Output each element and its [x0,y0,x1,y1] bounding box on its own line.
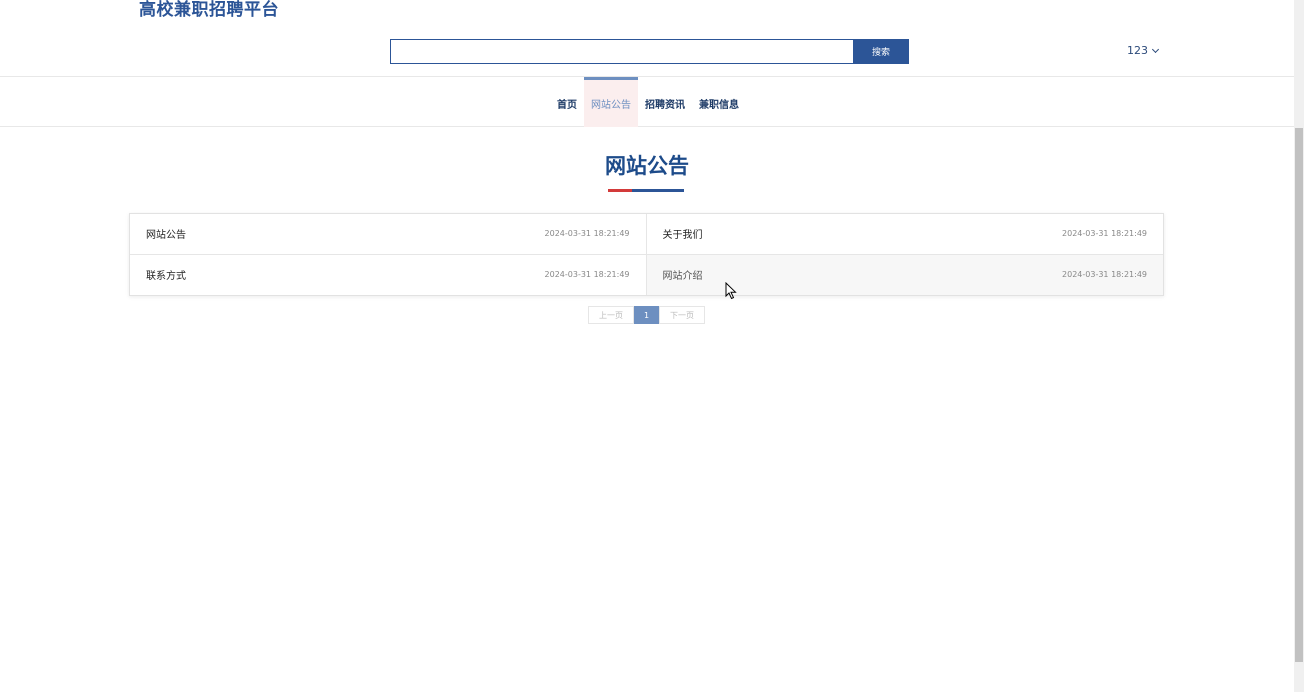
notice-date: 2024-03-31 18:21:49 [1062,229,1147,239]
search-input[interactable] [390,39,853,64]
nav-item-announcements[interactable]: 网站公告 [584,77,638,127]
prev-page-button[interactable]: 上一页 [588,306,634,324]
notice-list: 网站公告 2024-03-31 18:21:49 关于我们 2024-03-31… [129,213,1164,296]
pagination: 上一页 1 下一页 [588,306,705,324]
user-menu[interactable]: 123 [1127,44,1160,57]
list-item[interactable]: 联系方式 2024-03-31 18:21:49 [130,254,647,295]
notice-date: 2024-03-31 18:21:49 [544,270,630,280]
mouse-cursor-icon [725,282,737,300]
notice-title: 网站介绍 [662,271,703,283]
list-item[interactable]: 关于我们 2024-03-31 18:21:49 [646,214,1163,255]
notice-date: 2024-03-31 18:21:49 [1062,270,1147,280]
site-logo-title[interactable]: 高校兼职招聘平台 [139,0,279,20]
main-nav: 首页 网站公告 招聘资讯 兼职信息 [0,76,1294,127]
vertical-scrollbar[interactable] [1294,0,1304,692]
scrollbar-thumb[interactable] [1295,128,1303,662]
page: 高校兼职招聘平台 搜索 123 首页 网站公告 招聘资讯 兼职信息 网站公告 网… [0,0,1304,692]
next-page-button[interactable]: 下一页 [659,306,705,324]
page-number-button[interactable]: 1 [634,306,659,324]
nav-item-recruitment-news[interactable]: 招聘资讯 [638,77,692,127]
title-underline [608,189,684,192]
search-bar: 搜索 [390,39,909,64]
search-button[interactable]: 搜索 [853,39,909,64]
notice-title: 联系方式 [146,271,186,283]
nav-item-home[interactable]: 首页 [550,77,584,127]
chevron-down-icon [1151,45,1160,53]
list-item[interactable]: 网站介绍 2024-03-31 18:21:49 [646,254,1163,295]
list-item[interactable]: 网站公告 2024-03-31 18:21:49 [130,214,647,255]
notice-title: 网站公告 [146,230,186,242]
nav-item-part-time-info[interactable]: 兼职信息 [692,77,746,127]
user-name: 123 [1127,44,1148,57]
notice-title: 关于我们 [662,230,703,242]
page-title: 网站公告 [605,154,689,178]
notice-date: 2024-03-31 18:21:49 [544,229,630,239]
